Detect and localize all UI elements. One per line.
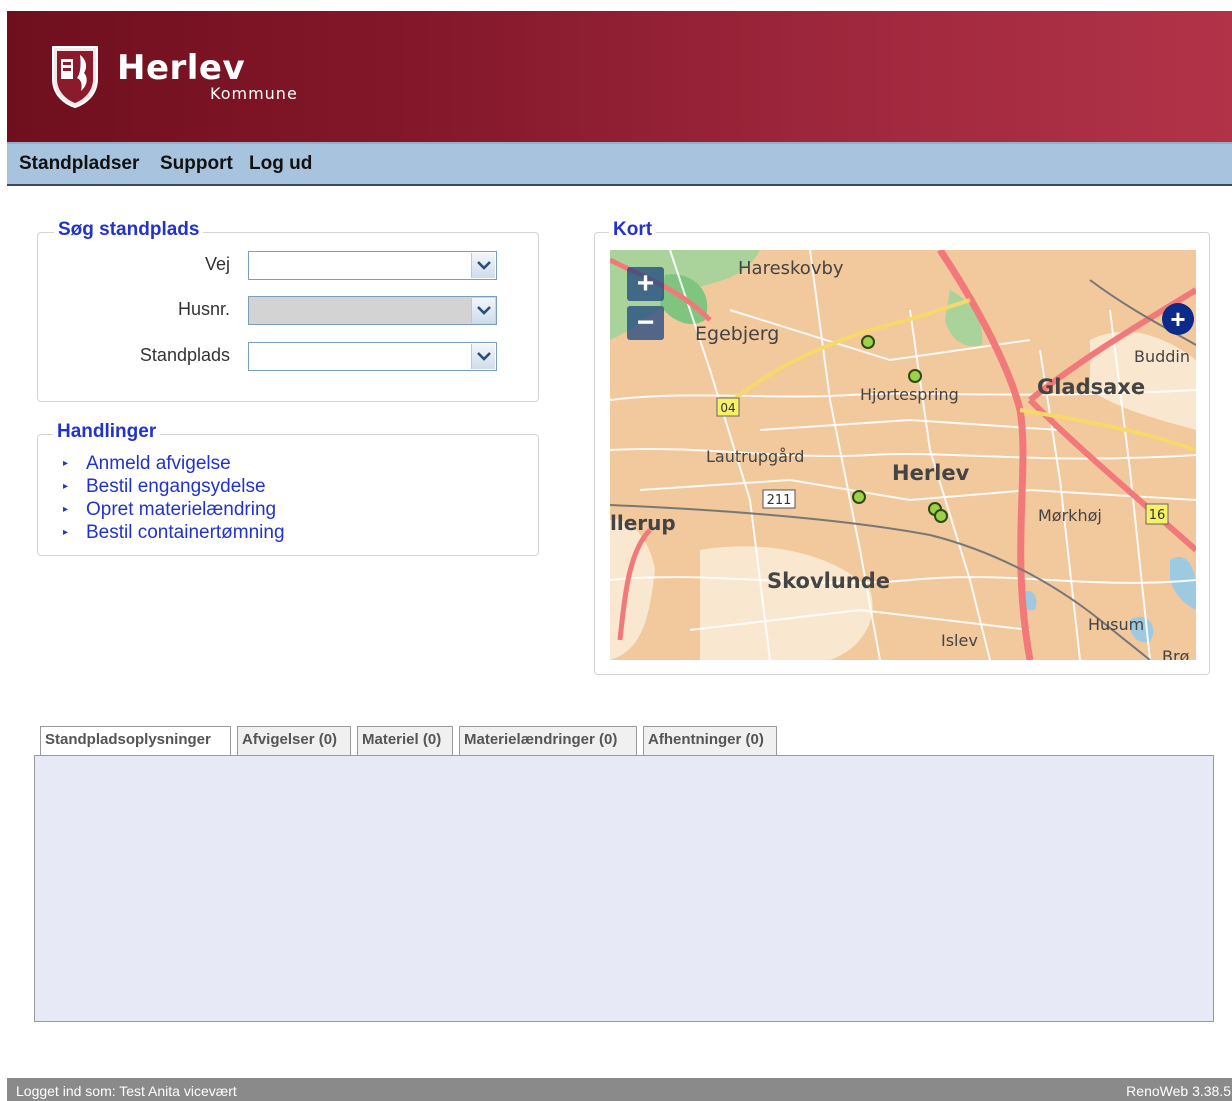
coat-of-arms-shield-icon[interactable] — [50, 45, 100, 109]
action-bestil-containertomning[interactable]: ▸ Bestil containertømning — [63, 521, 285, 544]
action-opret-materielaendring[interactable]: ▸ Opret materielændring — [63, 498, 285, 521]
standplads-select[interactable] — [248, 342, 497, 371]
municipality-title: Herlev — [117, 48, 246, 88]
status-footer: Logget ind som: Test Anita vicevært Reno… — [7, 1078, 1232, 1101]
tab-afvigelser[interactable]: Afvigelser (0) — [237, 726, 351, 755]
zoom-out-button[interactable]: − — [627, 306, 664, 340]
layer-switcher-plus-icon[interactable]: + — [1162, 303, 1194, 335]
nav-item-support[interactable]: Support — [160, 153, 233, 175]
map-label-lautrupgaard: Lautrupgård — [706, 447, 804, 466]
chevron-down-icon[interactable] — [471, 298, 495, 323]
map-label-gladsaxe: Gladsaxe — [1037, 375, 1145, 399]
tab-standpladsoplysninger[interactable]: Standpladsoplysninger — [40, 726, 231, 755]
map-label-morkhoj: Mørkhøj — [1038, 506, 1102, 525]
svg-text:04: 04 — [720, 401, 735, 415]
standplads-label: Standplads — [139, 345, 230, 365]
map-label-buddinge: Buddin — [1134, 347, 1190, 366]
action-bestil-engangsydelse[interactable]: ▸ Bestil engangsydelse — [63, 475, 285, 498]
logged-in-user-text: Logget ind som: Test Anita vicevært — [16, 1083, 237, 1099]
action-list: ▸ Anmeld afvigelse ▸ Bestil engangsydelse … — [63, 452, 285, 544]
triangle-bullet-icon: ▸ — [63, 527, 69, 538]
map-label-hareskovby: Hareskovby — [738, 258, 844, 279]
main-nav: Standpladser Support Log ud — [7, 142, 1232, 186]
action-label[interactable]: Opret materielændring — [86, 499, 276, 521]
triangle-bullet-icon: ▸ — [63, 458, 69, 469]
action-label[interactable]: Bestil containertømning — [86, 522, 285, 544]
husnr-label: Husnr. — [177, 299, 230, 319]
map-label-bro: Brø — [1162, 647, 1190, 660]
tab-content-panel — [34, 755, 1214, 1022]
triangle-bullet-icon: ▸ — [63, 504, 69, 515]
zoom-in-button[interactable]: + — [627, 267, 664, 301]
map-label-islev: Islev — [941, 631, 978, 650]
tab-afhentninger[interactable]: Afhentninger (0) — [643, 726, 777, 755]
app-version-text: RenoWeb 3.38.5 — [1126, 1083, 1231, 1099]
road-shield-04: 04 — [716, 397, 740, 417]
kort-panel: Kort 04 211 16 Hareskovby Egebjerg Hjort… — [594, 219, 1210, 675]
search-standplads-panel: Søg standplads Vej Husnr. Standplads — [37, 219, 539, 402]
road-shield-16: 16 — [1145, 503, 1169, 525]
map-label-husum: Husum — [1088, 615, 1144, 634]
map-view[interactable]: 04 211 16 Hareskovby Egebjerg Hjortespri… — [610, 250, 1196, 660]
vej-label: Vej — [204, 254, 230, 274]
site-header: Herlev Kommune — [7, 11, 1232, 142]
tab-materiel[interactable]: Materiel (0) — [357, 726, 453, 755]
triangle-bullet-icon: ▸ — [63, 481, 69, 492]
nav-item-log-ud[interactable]: Log ud — [249, 153, 312, 175]
handlinger-legend: Handlinger — [53, 421, 161, 443]
vej-select[interactable] — [248, 251, 497, 280]
action-label[interactable]: Anmeld afvigelse — [86, 453, 231, 475]
road-shield-211: 211 — [762, 489, 796, 509]
action-anmeld-afvigelse[interactable]: ▸ Anmeld afvigelse — [63, 452, 285, 475]
svg-text:16: 16 — [1149, 508, 1166, 523]
handlinger-panel: Handlinger ▸ Anmeld afvigelse ▸ Bestil eng… — [37, 421, 539, 556]
kort-legend: Kort — [609, 219, 657, 241]
chevron-down-icon[interactable] — [471, 253, 495, 278]
svg-text:211: 211 — [767, 493, 792, 508]
municipality-subtitle: Kommune — [210, 84, 298, 103]
map-label-skovlunde: Skovlunde — [767, 569, 890, 593]
search-panel-legend: Søg standplads — [54, 219, 204, 241]
husnr-select[interactable] — [248, 296, 497, 325]
map-label-herlev: Herlev — [892, 461, 970, 485]
tab-materielaendringer[interactable]: Materielændringer (0) — [459, 726, 637, 755]
map-label-ballerup: llerup — [610, 511, 676, 535]
map-label-egebjerg: Egebjerg — [695, 323, 779, 345]
chevron-down-icon[interactable] — [471, 344, 495, 369]
action-label[interactable]: Bestil engangsydelse — [86, 476, 266, 498]
nav-item-standpladser[interactable]: Standpladser — [19, 153, 139, 175]
map-label-hjortespring: Hjortespring — [860, 385, 959, 404]
